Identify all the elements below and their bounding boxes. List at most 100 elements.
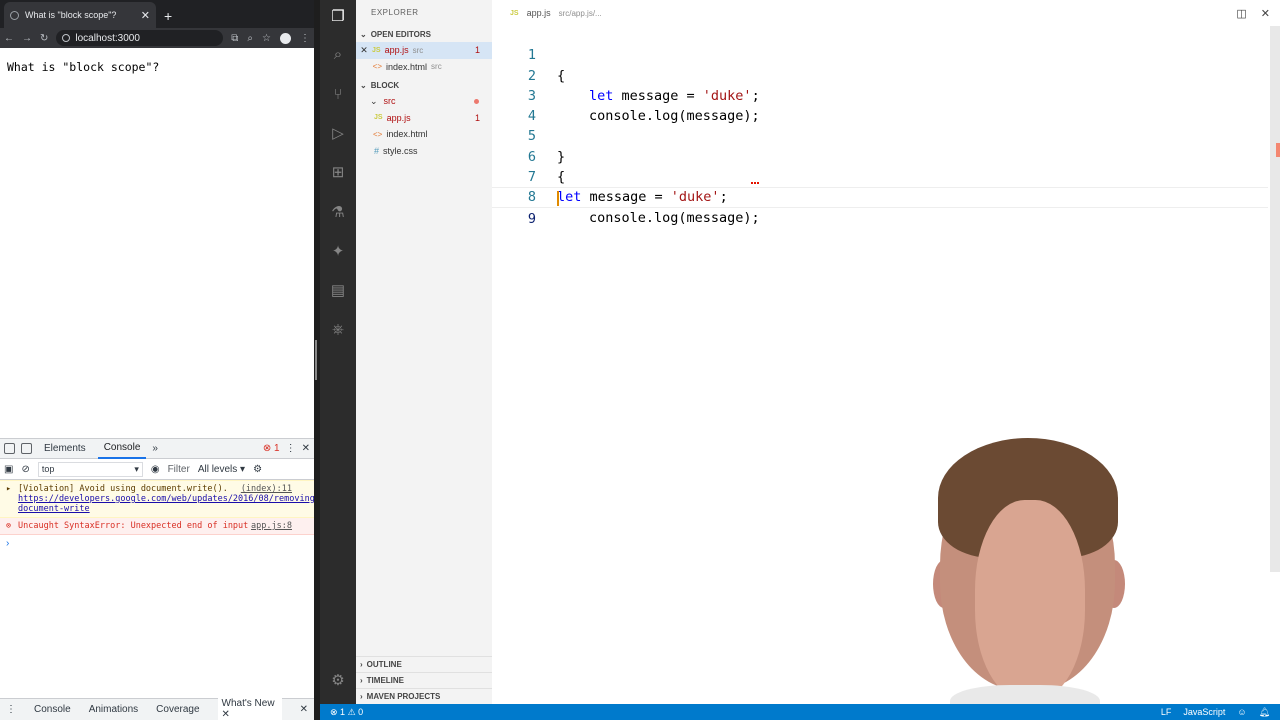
console-filter-input[interactable]: Filter <box>168 464 190 475</box>
code-line: 4 <box>492 86 1268 124</box>
testing-flask-icon[interactable]: ⚗ <box>329 204 347 222</box>
browser-menu-icon[interactable]: ⋮ <box>300 33 310 44</box>
clear-console-icon[interactable]: ⊘ <box>21 464 29 475</box>
css-file-icon: # <box>374 145 380 156</box>
js-file-icon: JS <box>372 46 381 54</box>
bookmark-star-icon[interactable]: ☆ <box>262 33 271 44</box>
run-debug-icon[interactable]: ▷ <box>329 125 347 143</box>
more-tabs-icon[interactable]: » <box>152 443 158 454</box>
address-bar[interactable]: localhost:3000 <box>56 30 224 46</box>
docker-icon[interactable]: ▤ <box>329 282 347 300</box>
search-icon[interactable]: ⌕ <box>329 46 347 64</box>
reload-icon[interactable]: ↻ <box>40 33 48 44</box>
warning-count: 0 <box>358 706 364 717</box>
browser-tab[interactable]: What is "block scope"? ✕ <box>4 2 156 28</box>
file-name: app.js <box>386 112 411 123</box>
violation-source-link[interactable]: (index):11 <box>241 484 292 494</box>
violation-link[interactable]: https://developers.google.com/web/update… <box>18 494 320 514</box>
console-error-message: ⊗ Uncaught SyntaxError: Unexpected end o… <box>0 518 314 535</box>
profile-avatar-icon[interactable] <box>280 32 291 44</box>
error-source-link[interactable]: app.js:8 <box>251 521 292 531</box>
folder-src[interactable]: ⌄ src <box>356 93 492 110</box>
error-text: Uncaught SyntaxError: Unexpected end of … <box>18 521 249 531</box>
code-lines[interactable]: 1 { 2 let message = 'duke'; 3 console.lo… <box>492 25 1268 227</box>
problems-indicator[interactable]: ⊗ 1 ⚠ 0 <box>330 707 363 718</box>
tab-elements[interactable]: Elements <box>38 439 92 458</box>
close-devtools-icon[interactable]: ✕ <box>302 443 310 454</box>
site-info-icon[interactable] <box>62 34 71 42</box>
drawer-tab-console[interactable]: Console <box>34 704 71 715</box>
sidebar-bottom-sections: › OUTLINE › TIMELINE › MAVEN PROJECTS <box>356 656 492 704</box>
timeline-section[interactable]: › TIMELINE <box>356 672 492 688</box>
devtools-menu-icon[interactable]: ⋮ <box>286 443 296 454</box>
explorer-files-icon[interactable]: ❐ <box>329 8 347 26</box>
modified-dot <box>474 98 479 104</box>
breadcrumb-path[interactable]: src/app.js/... <box>559 9 602 18</box>
open-editors-section[interactable]: ⌄ OPEN EDITORS <box>356 26 492 42</box>
breadcrumb-file[interactable]: app.js <box>527 8 551 18</box>
line-number: 9 <box>527 210 536 227</box>
code-editor[interactable]: JS app.js src/app.js/... ◫ ✕ 1 { 2 let m… <box>492 0 1280 704</box>
close-editor-icon[interactable]: ✕ <box>1261 7 1270 20</box>
language-mode[interactable]: JavaScript <box>1183 707 1225 717</box>
open-editor-name: index.html <box>386 61 428 72</box>
zoom-icon[interactable]: ⌕ <box>247 33 253 44</box>
error-count-badge[interactable]: ⊗ 1 <box>263 443 280 454</box>
file-app-js[interactable]: JS app.js 1 <box>356 110 492 127</box>
expand-triangle-icon[interactable]: ▸ <box>6 484 11 494</box>
console-settings-gear-icon[interactable]: ⚙ <box>253 464 262 475</box>
manage-gear-icon[interactable]: ⚙ <box>329 672 347 690</box>
activity-bar: ❐ ⌕ ⑂ ▷ ⊞ ⚗ ✦ ▤ ⎈ ⚙ <box>320 0 356 704</box>
editor-scrollbar[interactable] <box>1270 26 1280 572</box>
forward-icon[interactable]: → <box>22 33 32 44</box>
open-editor-folder: src <box>412 45 424 55</box>
split-editor-icon[interactable]: ◫ <box>1236 7 1246 20</box>
notifications-bell-icon[interactable]: 🔔︎ <box>1259 707 1270 718</box>
devtools-tabbar: Elements Console » ⊗ 1 ⋮ ✕ <box>0 439 314 459</box>
problem-count-badge: 1 <box>474 45 480 56</box>
bird-extension-icon[interactable]: ✦ <box>329 243 347 261</box>
close-drawer-icon[interactable]: ✕ <box>300 704 308 715</box>
close-editor-icon[interactable]: ✕ <box>356 45 372 56</box>
inspect-element-icon[interactable] <box>4 443 15 454</box>
browser-window: What is "block scope"? ✕ + ← → ↻ localho… <box>0 0 320 720</box>
folder-name: src <box>383 96 396 107</box>
source-control-icon[interactable]: ⑂ <box>329 86 347 104</box>
code-line: 1 { <box>492 25 1268 83</box>
code-line: 5 } <box>492 106 1268 164</box>
explorer-sidebar: EXPLORER ⌄ OPEN EDITORS ✕ JS app.js src … <box>356 0 492 704</box>
devtools-drawer-tabs: ⋮ Console Animations Coverage What's New… <box>0 693 314 720</box>
sidebar-toggle-icon[interactable]: ▣ <box>4 464 13 475</box>
drawer-menu-icon[interactable]: ⋮ <box>6 704 16 715</box>
extensions-icon[interactable]: ⊞ <box>329 164 347 182</box>
kubernetes-icon[interactable]: ⎈ <box>329 321 347 339</box>
open-editor-index-html[interactable]: <> index.html src <box>356 59 492 76</box>
error-squiggle[interactable] <box>751 181 759 185</box>
new-tab-icon[interactable]: + <box>164 8 172 28</box>
log-levels-dropdown[interactable]: All levels ▾ <box>198 464 245 475</box>
drawer-tab-coverage[interactable]: Coverage <box>156 704 199 715</box>
presenter-face <box>975 500 1085 700</box>
close-tab-icon[interactable]: ✕ <box>141 9 150 22</box>
chevron-right-icon: › <box>360 692 363 701</box>
tab-console[interactable]: Console <box>97 438 147 459</box>
device-toolbar-icon[interactable] <box>21 443 32 454</box>
console-prompt-input[interactable]: › <box>0 535 314 552</box>
back-icon[interactable]: ← <box>4 33 14 44</box>
code-line: 6 { <box>492 126 1268 185</box>
file-index-html[interactable]: <> index.html <box>356 126 492 143</box>
open-editor-app-js[interactable]: ✕ JS app.js src 1 <box>356 42 492 59</box>
live-expression-eye-icon[interactable]: ◉ <box>151 464 160 475</box>
status-bar: ⊗ 1 ⚠ 0 LF JavaScript ☺ 🔔︎ <box>320 704 1280 720</box>
project-section[interactable]: ⌄ BLOCK <box>356 77 492 93</box>
open-in-new-icon[interactable]: ⧉ <box>231 33 238 44</box>
feedback-icon[interactable]: ☺ <box>1237 707 1246 717</box>
outline-section[interactable]: › OUTLINE <box>356 656 492 672</box>
drawer-tab-animations[interactable]: Animations <box>89 704 138 715</box>
context-selector[interactable]: top ▾ <box>37 461 143 477</box>
file-style-css[interactable]: # style.css <box>356 143 492 160</box>
drawer-tab-whats-new[interactable]: What's New ✕ <box>217 693 282 720</box>
console-filter-bar: ▣ ⊘ top ▾ ◉ Filter All levels ▾ ⚙ <box>0 459 314 480</box>
maven-projects-section[interactable]: › MAVEN PROJECTS <box>356 688 492 704</box>
end-of-line[interactable]: LF <box>1161 707 1172 717</box>
